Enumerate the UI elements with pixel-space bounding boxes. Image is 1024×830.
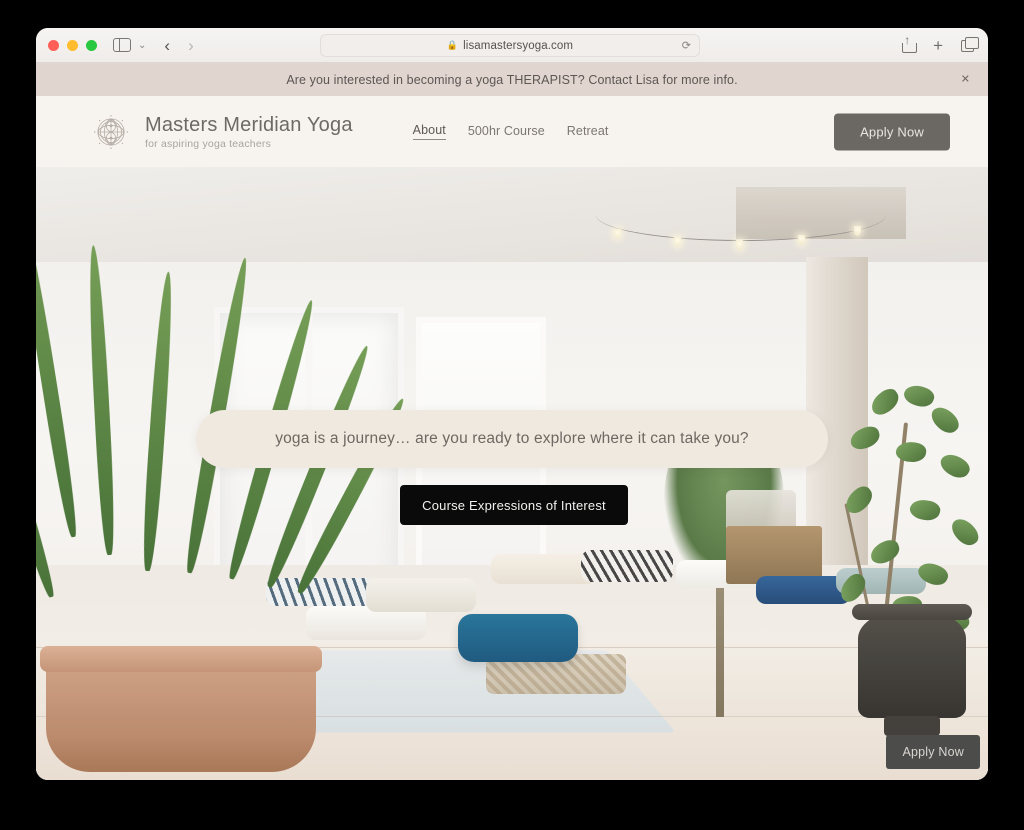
back-button[interactable]: ‹: [164, 37, 170, 54]
main-navigation: About 500hr Course Retreat: [412, 123, 609, 140]
close-window-button[interactable]: [48, 39, 59, 51]
sidebar-icon: [113, 38, 131, 52]
sidebar-toggle-button[interactable]: [113, 38, 131, 52]
screen: ⌄ ‹ › 🔒 lisamastersyoga.com ⟳ + Are you …: [0, 0, 1024, 830]
announcement-text: Are you interested in becoming a yoga TH…: [286, 72, 738, 87]
browser-window: ⌄ ‹ › 🔒 lisamastersyoga.com ⟳ + Are you …: [36, 28, 988, 780]
forward-button[interactable]: ›: [188, 37, 194, 54]
course-expressions-of-interest-button[interactable]: Course Expressions of Interest: [400, 485, 628, 525]
hero-background-image: [36, 167, 988, 780]
browser-toolbar: ⌄ ‹ › 🔒 lisamastersyoga.com ⟳ +: [36, 28, 988, 63]
chevron-down-icon[interactable]: ⌄: [138, 40, 146, 51]
hero-section: yoga is a journey… are you ready to expl…: [36, 167, 988, 780]
share-icon[interactable]: [902, 34, 918, 53]
brand-tagline: for aspiring yoga teachers: [145, 137, 272, 150]
address-bar-url: lisamastersyoga.com: [463, 39, 574, 52]
floating-apply-now-button[interactable]: Apply Now: [886, 735, 980, 769]
nav-item-about[interactable]: About: [412, 123, 446, 140]
brand-name: Masters Meridian Yoga: [145, 113, 353, 136]
page-content: Are you interested in becoming a yoga TH…: [36, 63, 988, 780]
brand-text: Masters Meridian Yoga for aspiring yoga …: [145, 114, 353, 150]
site-header: Masters Meridian Yoga for aspiring yoga …: [36, 96, 988, 167]
close-icon[interactable]: ✕: [961, 74, 970, 85]
window-controls[interactable]: [48, 39, 97, 51]
nav-item-500hr-course[interactable]: 500hr Course: [468, 124, 545, 140]
maximize-window-button[interactable]: [86, 39, 97, 51]
brand-logo[interactable]: Masters Meridian Yoga for aspiring yoga …: [90, 111, 353, 153]
hero-tagline-text: yoga is a journey… are you ready to expl…: [275, 430, 749, 447]
header-apply-now-button[interactable]: Apply Now: [834, 113, 950, 150]
image-overlay: [36, 167, 988, 780]
lock-icon: 🔒: [446, 40, 459, 50]
toolbar-actions: +: [902, 28, 979, 63]
hero-tagline-pill: yoga is a journey… are you ready to expl…: [196, 410, 828, 468]
announcement-bar: Are you interested in becoming a yoga TH…: [36, 63, 988, 96]
mandala-logo-icon: [94, 114, 128, 149]
nav-item-retreat[interactable]: Retreat: [567, 124, 609, 140]
new-tab-icon[interactable]: +: [933, 37, 943, 54]
minimize-window-button[interactable]: [67, 39, 78, 51]
address-bar[interactable]: 🔒 lisamastersyoga.com ⟳: [320, 34, 700, 57]
navigation-arrows: ‹ ›: [164, 37, 193, 54]
reload-icon[interactable]: ⟳: [682, 39, 691, 52]
tab-overview-icon[interactable]: [961, 37, 979, 52]
